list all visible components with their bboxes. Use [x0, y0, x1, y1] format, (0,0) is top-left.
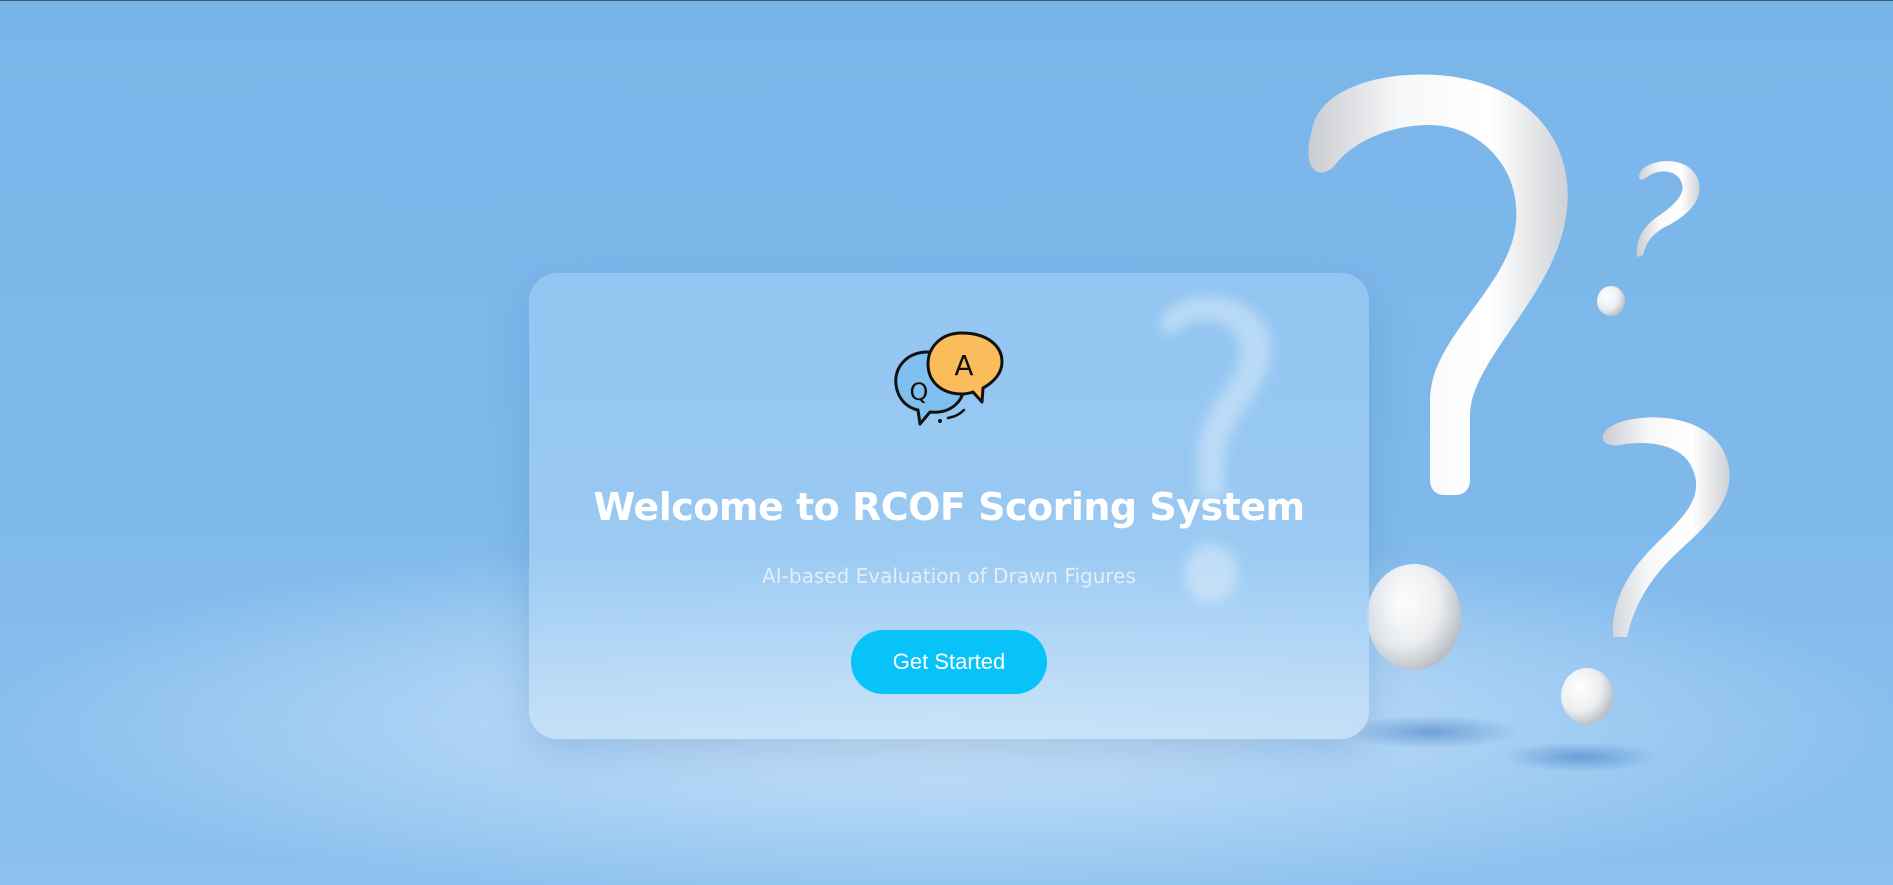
qa-chat-bubbles-icon: A Q [894, 331, 1004, 426]
question-mark-decoration-medium [1561, 417, 1730, 724]
page-subtitle: AI-based Evaluation of Drawn Figures [762, 564, 1136, 588]
question-mark-decoration-small [1597, 161, 1700, 316]
answer-letter: A [954, 349, 973, 382]
get-started-button[interactable]: Get Started [851, 630, 1047, 694]
question-letter: Q [910, 378, 929, 406]
welcome-card: A Q Welcome to RCOF Scoring System AI-ba… [529, 273, 1369, 739]
page-title: Welcome to RCOF Scoring System [593, 485, 1305, 529]
top-border [0, 0, 1893, 1]
landing-background: A Q Welcome to RCOF Scoring System AI-ba… [0, 0, 1893, 885]
